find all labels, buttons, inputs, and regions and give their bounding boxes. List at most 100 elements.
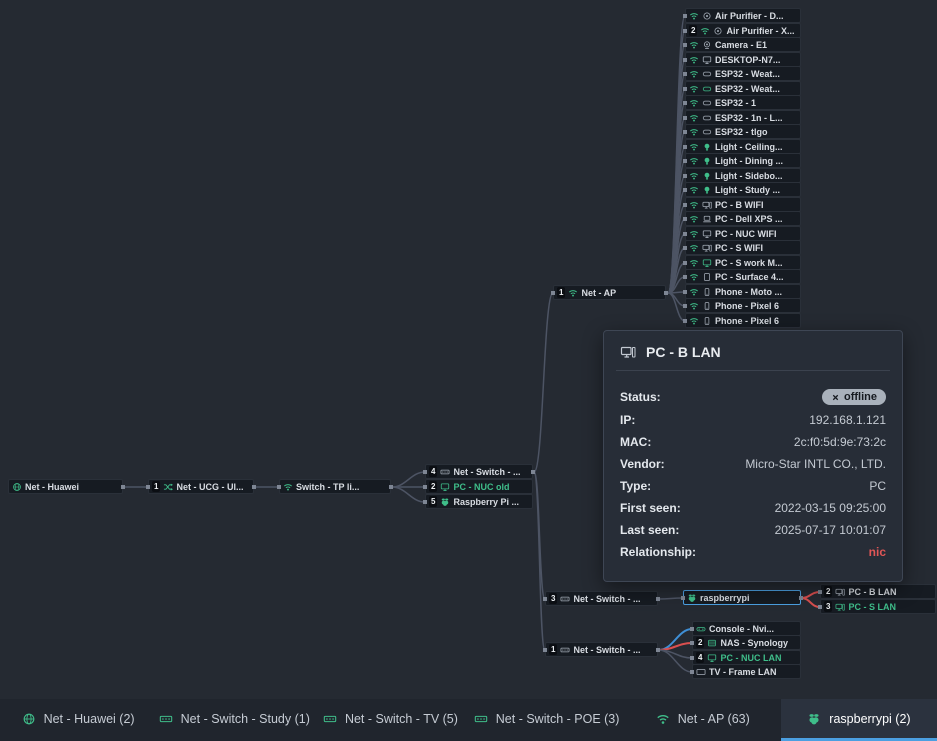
- chip-icon: [702, 84, 712, 94]
- pc-icon: [702, 243, 712, 253]
- wifi-icon: [568, 288, 578, 298]
- chip-icon: [702, 127, 712, 137]
- node-label: PC - S LAN: [848, 602, 896, 612]
- port-badge: 2: [696, 637, 704, 648]
- node-dev-desktop-n7[interactable]: DESKTOP-N7...: [685, 52, 801, 67]
- node-net-ucg[interactable]: 1Net - UCG - Ul...: [148, 479, 254, 494]
- node-dev-pc-nuc-wifi[interactable]: PC - NUC WIFI: [685, 226, 801, 241]
- wifi-icon: [689, 185, 699, 195]
- chip-icon: [702, 98, 712, 108]
- node-dev-esp32-1n-l[interactable]: ESP32 - 1n - L...: [685, 110, 801, 125]
- wifi-icon: [689, 127, 699, 137]
- node-dev-light-dining[interactable]: Light - Dining ...: [685, 153, 801, 168]
- connector-dot: [683, 217, 687, 221]
- tab-net-huawei-2[interactable]: Net - Huawei (2): [0, 699, 156, 741]
- bulb-icon: [702, 185, 712, 195]
- detail-label: MAC:: [620, 435, 651, 449]
- tab-net-switch-study-1[interactable]: Net - Switch - Study (1): [156, 699, 312, 741]
- node-label: Light - Study ...: [715, 185, 780, 195]
- node-label: ESP32 - Weat...: [715, 69, 780, 79]
- node-dev-light-sideboard[interactable]: Light - Sidebo...: [685, 168, 801, 183]
- wifi-icon: [689, 301, 699, 311]
- node-dev-pc-s-wifi[interactable]: PC - S WIFI: [685, 240, 801, 255]
- node-dev-pc-dell-xps[interactable]: PC - Dell XPS ...: [685, 211, 801, 226]
- node-dev-air-purifier-d[interactable]: Air Purifier - D...: [685, 8, 801, 23]
- node-tv-frame-lan[interactable]: TV - Frame LAN: [692, 664, 801, 679]
- node-label: raspberrypi: [700, 593, 750, 603]
- connector-dot: [683, 159, 687, 163]
- node-dev-esp32-weat-1[interactable]: ESP32 - Weat...: [685, 66, 801, 81]
- edge: [534, 472, 545, 650]
- node-dev-esp32-1[interactable]: ESP32 - 1: [685, 95, 801, 110]
- connector-dot: [683, 87, 687, 91]
- detail-value: 192.168.1.121: [809, 413, 886, 427]
- node-pc-nuc-old[interactable]: 2PC - NUC old: [425, 479, 533, 494]
- berry-icon: [687, 593, 697, 603]
- node-dev-phone-pixel6-b[interactable]: Phone - Pixel 6: [685, 313, 801, 328]
- connector-dot: [656, 597, 660, 601]
- node-label: PC - B WIFI: [715, 200, 764, 210]
- node-label: Net - AP: [581, 288, 616, 298]
- node-raspberrypi[interactable]: raspberrypi: [683, 590, 801, 605]
- connector-dot: [531, 470, 535, 474]
- node-switch-tp[interactable]: Switch - TP li...: [279, 479, 391, 494]
- node-label: PC - S work M...: [715, 258, 783, 268]
- node-console-nvidia[interactable]: Console - Nvi...: [692, 621, 801, 636]
- detail-value: PC: [869, 479, 886, 493]
- node-dev-pc-s-work-m[interactable]: PC - S work M...: [685, 255, 801, 270]
- berry-icon: [440, 497, 450, 507]
- node-net-ap[interactable]: 1Net - AP: [553, 285, 666, 300]
- node-label: Air Purifier - X...: [726, 26, 794, 36]
- node-net-switch-poe[interactable]: 1Net - Switch - ...: [545, 642, 658, 657]
- node-dev-camera-e1[interactable]: Camera - E1: [685, 37, 801, 52]
- node-dev-air-purifier-x[interactable]: 2Air Purifier - X...: [685, 23, 801, 38]
- connector-dot: [683, 304, 687, 308]
- connector-dot: [252, 485, 256, 489]
- tab-net-ap-63[interactable]: Net - AP (63): [625, 699, 781, 741]
- connector-dot: [683, 14, 687, 18]
- tablet-icon: [702, 272, 712, 282]
- node-raspberry-pi-old[interactable]: 5Raspberry Pi ...: [425, 494, 533, 509]
- chip-icon: [702, 113, 712, 123]
- node-net-switch-tv[interactable]: 3Net - Switch - ...: [545, 591, 658, 606]
- bulb-icon: [702, 142, 712, 152]
- tab-net-switch-tv-5[interactable]: Net - Switch - TV (5): [312, 699, 468, 741]
- eth-icon: [440, 467, 450, 477]
- monitor-icon: [702, 229, 712, 239]
- connector-dot: [683, 290, 687, 294]
- connector-dot: [423, 470, 427, 474]
- tab-label: Net - AP (63): [678, 712, 750, 726]
- connector-dot: [551, 291, 555, 295]
- node-dev-phone-moto[interactable]: Phone - Moto ...: [685, 284, 801, 299]
- node-dev-light-ceiling[interactable]: Light - Ceiling...: [685, 139, 801, 154]
- node-net-huawei[interactable]: Net - Huawei: [8, 479, 123, 494]
- node-dev-esp32-tlgo[interactable]: ESP32 - tlgo: [685, 124, 801, 139]
- node-label: Net - UCG - Ul...: [176, 482, 243, 492]
- tab-net-switch-poe-3[interactable]: Net - Switch - POE (3): [469, 699, 625, 741]
- node-dev-phone-pixel6-a[interactable]: Phone - Pixel 6: [685, 298, 801, 313]
- detail-label: Type:: [620, 479, 651, 493]
- node-pc-s-lan[interactable]: 3PC - S LAN: [820, 599, 936, 614]
- tab-label: Net - Huawei (2): [44, 712, 135, 726]
- node-pc-b-lan[interactable]: 2PC - B LAN: [820, 584, 936, 599]
- node-net-switch-study[interactable]: 4Net - Switch - ...: [425, 464, 533, 479]
- connector-dot: [681, 596, 685, 600]
- node-pc-nuc-lan[interactable]: 4PC - NUC LAN: [692, 650, 801, 665]
- connector-dot: [146, 485, 150, 489]
- edge: [392, 472, 425, 487]
- node-dev-esp32-weat-2[interactable]: ESP32 - Weat...: [685, 81, 801, 96]
- tab-raspberrypi-2[interactable]: raspberrypi (2): [781, 699, 937, 741]
- node-dev-light-study[interactable]: Light - Study ...: [685, 182, 801, 197]
- eth-icon: [323, 712, 337, 726]
- node-label: ESP32 - Weat...: [715, 84, 780, 94]
- node-dev-pc-surface-4[interactable]: PC - Surface 4...: [685, 269, 801, 284]
- network-topology-canvas[interactable]: Net - Huawei 1Net - UCG - Ul... Switch - T…: [0, 0, 937, 741]
- detail-label: First seen:: [620, 501, 681, 515]
- fan-icon: [702, 11, 712, 21]
- connector-dot: [799, 596, 803, 600]
- node-label: Phone - Pixel 6: [715, 316, 779, 326]
- node-label: ESP32 - 1: [715, 98, 756, 108]
- node-nas-synology[interactable]: 2NAS - Synology: [692, 635, 801, 650]
- node-dev-pc-b-wifi[interactable]: PC - B WIFI: [685, 197, 801, 212]
- wifi-icon: [689, 113, 699, 123]
